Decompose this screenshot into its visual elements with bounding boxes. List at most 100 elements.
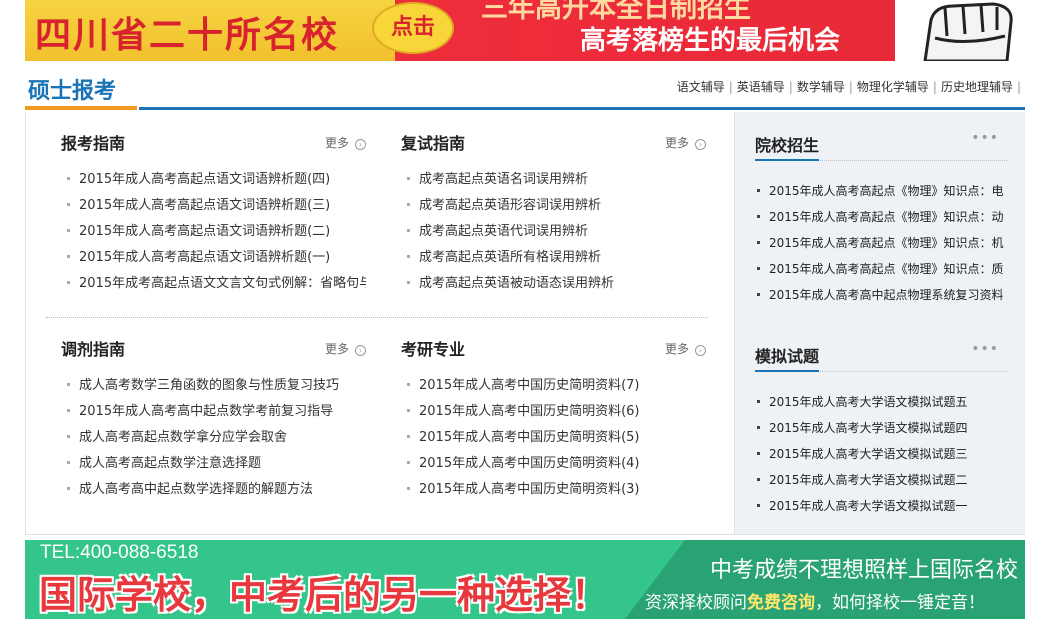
article-link[interactable]: 2015年成人高考高起点语文词语辨析题(一) <box>79 250 330 265</box>
list-item: 2015年成人高考高中起点物理系统复习资料 <box>755 284 1007 310</box>
article-link[interactable]: 成人高考数学三角函数的图象与性质复习技巧 <box>79 378 339 393</box>
list-item: 2015年成人高考高起点语文词语辨析题(四) <box>46 169 366 195</box>
bullet-icon <box>757 189 760 192</box>
article-link[interactable]: 成人高考高中起点数学选择题的解题方法 <box>79 482 313 497</box>
article-link[interactable]: 成考高起点英语名词误用辨析 <box>419 172 588 187</box>
list-item: 2015年成人高考高中起点数学考前复习指导 <box>46 401 366 427</box>
bullet-icon <box>67 281 70 284</box>
section-header: 硕士报考 语文辅导 | 英语辅导 | 数学辅导 | 物理化学辅导 | 历史地理辅导 | <box>25 68 1025 112</box>
article-link[interactable]: 2015年成人高考大学语文模拟试题四 <box>769 421 968 435</box>
free-consult-text: 免费咨询 <box>747 593 815 613</box>
bullet-icon <box>757 215 760 218</box>
bullet-icon <box>757 452 760 455</box>
nav-link-english[interactable]: 英语辅导 <box>737 80 785 94</box>
nav-link-history-geography[interactable]: 历史地理辅导 <box>941 80 1013 94</box>
article-link[interactable]: 2015年成人高考高起点语文词语辨析题(三) <box>79 198 330 213</box>
block-title: 复试指南 <box>401 134 466 153</box>
article-link[interactable]: 2015年成人高考中国历史简明资料(7) <box>419 378 640 393</box>
article-link[interactable]: 成考高起点英语被动语态误用辨析 <box>419 276 614 291</box>
nav-link-math[interactable]: 数学辅导 <box>797 80 845 94</box>
block-title: 调剂指南 <box>61 340 126 359</box>
article-link[interactable]: 2015年成人高考高起点语文词语辨析题(二) <box>79 224 330 239</box>
bullet-icon <box>67 409 70 412</box>
nav-separator: | <box>788 80 793 94</box>
section-title-underline <box>25 106 137 110</box>
more-link[interactable]: 更多 › <box>325 134 366 151</box>
article-link[interactable]: 2015年成人高考高起点《物理》知识点：机 <box>769 236 1004 250</box>
nav-separator: | <box>932 80 937 94</box>
nav-separator: | <box>728 80 733 94</box>
bullet-icon <box>407 177 410 180</box>
bullet-icon <box>757 241 760 244</box>
bottom-ad-banner[interactable]: TEL:400-088-6518 国际学校，中考后的另一种选择！ 中考成绩不理想… <box>25 540 1025 619</box>
bullet-icon <box>67 461 70 464</box>
banner-line2: 高考落榜生的最后机会 <box>580 26 841 56</box>
list-item: 成考高起点英语名词误用辨析 <box>386 169 706 195</box>
list-item: 2015年成人高考中国历史简明资料(3) <box>386 479 706 505</box>
more-dots-icon[interactable]: ••• <box>971 341 999 357</box>
sidebar-title: 模拟试题 <box>755 347 820 366</box>
more-link[interactable]: 更多 › <box>665 340 706 357</box>
more-link[interactable]: 更多 › <box>325 340 366 357</box>
nav-link-chinese[interactable]: 语文辅导 <box>677 80 725 94</box>
article-link[interactable]: 成人高考高起点数学注意选择题 <box>79 456 261 471</box>
article-link[interactable]: 2015年成人高考高起点语文词语辨析题(四) <box>79 172 330 187</box>
article-link[interactable]: 2015年成人高考中国历史简明资料(6) <box>419 404 640 419</box>
bullet-icon <box>407 255 410 258</box>
list-item: 2015年成人高考大学语文模拟试题四 <box>755 417 1007 443</box>
banner-slogan: 国际学校，中考后的另一种选择！ <box>39 573 610 617</box>
article-link[interactable]: 2015年成人高考大学语文模拟试题二 <box>769 473 968 487</box>
article-link[interactable]: 2015年成人高考大学语文模拟试题五 <box>769 395 968 409</box>
article-link[interactable]: 成人高考高起点数学拿分应学会取舍 <box>79 430 287 445</box>
article-link[interactable]: 成考高起点英语代词误用辨析 <box>419 224 588 239</box>
bullet-icon <box>757 426 760 429</box>
list-item: 成人高考高中起点数学选择题的解题方法 <box>46 479 366 505</box>
bullet-icon <box>67 203 70 206</box>
banner-yellow-panel: 四川省二十所名校 <box>25 0 395 61</box>
bullet-icon <box>757 293 760 296</box>
list-item: 成人高考数学三角函数的图象与性质复习技巧 <box>46 375 366 401</box>
list-item: 2015年成人高考高起点《物理》知识点：电 <box>755 180 1007 206</box>
bullet-icon <box>407 409 410 412</box>
article-link[interactable]: 2015年成考高起点语文文言文句式例解：省略句与 <box>79 276 366 291</box>
list-item: 2015年成人高考高起点语文词语辨析题(二) <box>46 221 366 247</box>
article-link[interactable]: 2015年成人高考高中起点物理系统复习资料 <box>769 288 1004 302</box>
article-link[interactable]: 2015年成人高考大学语文模拟试题一 <box>769 499 968 513</box>
bullet-icon <box>67 383 70 386</box>
top-ad-banner[interactable]: 四川省二十所名校 点击 三年高升本全日制招生 高考落榜生的最后机会 <box>25 0 1025 61</box>
sidebar-title: 院校招生 <box>755 136 820 155</box>
chevron-right-icon: › <box>355 345 366 356</box>
article-link[interactable]: 2015年成人高考中国历史简明资料(4) <box>419 456 640 471</box>
list-item: 2015年成人高考高起点《物理》知识点：动 <box>755 206 1007 232</box>
article-link[interactable]: 2015年成人高考高起点《物理》知识点：质 <box>769 262 1004 276</box>
article-link[interactable]: 2015年成人高考高中起点数学考前复习指导 <box>79 404 333 419</box>
list-item: 2015年成人高考中国历史简明资料(6) <box>386 401 706 427</box>
article-link[interactable]: 成考高起点英语形容词误用辨析 <box>419 198 601 213</box>
list-item: 2015年成人高考高起点语文词语辨析题(三) <box>46 195 366 221</box>
article-link[interactable]: 2015年成人高考高起点《物理》知识点：电 <box>769 184 1004 198</box>
article-list: 成考高起点英语名词误用辨析 成考高起点英语形容词误用辨析 成考高起点英语代词误用… <box>386 169 706 299</box>
sidebar: 院校招生 ••• 2015年成人高考高起点《物理》知识点：电 2015年成人高考… <box>734 112 1025 534</box>
fist-icon <box>895 0 1025 61</box>
article-link[interactable]: 2015年成人高考中国历史简明资料(3) <box>419 482 640 497</box>
more-dots-icon[interactable]: ••• <box>971 130 999 146</box>
banner-right-line2: 资深择校顾问免费咨询，如何择校一锤定音！ <box>645 588 985 613</box>
more-label: 更多 <box>324 136 349 150</box>
bullet-icon <box>407 461 410 464</box>
article-link[interactable]: 2015年成人高考中国历史简明资料(5) <box>419 430 640 445</box>
section-divider-line <box>139 107 1025 110</box>
article-list: 成人高考数学三角函数的图象与性质复习技巧 2015年成人高考高中起点数学考前复习… <box>46 375 366 505</box>
list-item: 成考高起点英语所有格误用辨析 <box>386 247 706 273</box>
more-link[interactable]: 更多 › <box>665 134 706 151</box>
list-item: 成人高考高起点数学注意选择题 <box>46 453 366 479</box>
article-link[interactable]: 2015年成人高考高起点《物理》知识点：动 <box>769 210 1004 224</box>
dotted-divider <box>46 317 708 318</box>
article-link[interactable]: 2015年成人高考大学语文模拟试题三 <box>769 447 968 461</box>
sidebar-list: 2015年成人高考大学语文模拟试题五 2015年成人高考大学语文模拟试题四 20… <box>755 391 1007 521</box>
bullet-icon <box>67 255 70 258</box>
banner-right-line2-pre: 资深择校顾问 <box>645 593 747 613</box>
banner-click-badge[interactable]: 点击 <box>372 2 454 54</box>
nav-link-physics-chemistry[interactable]: 物理化学辅导 <box>857 80 929 94</box>
article-link[interactable]: 成考高起点英语所有格误用辨析 <box>419 250 601 265</box>
bullet-icon <box>407 435 410 438</box>
